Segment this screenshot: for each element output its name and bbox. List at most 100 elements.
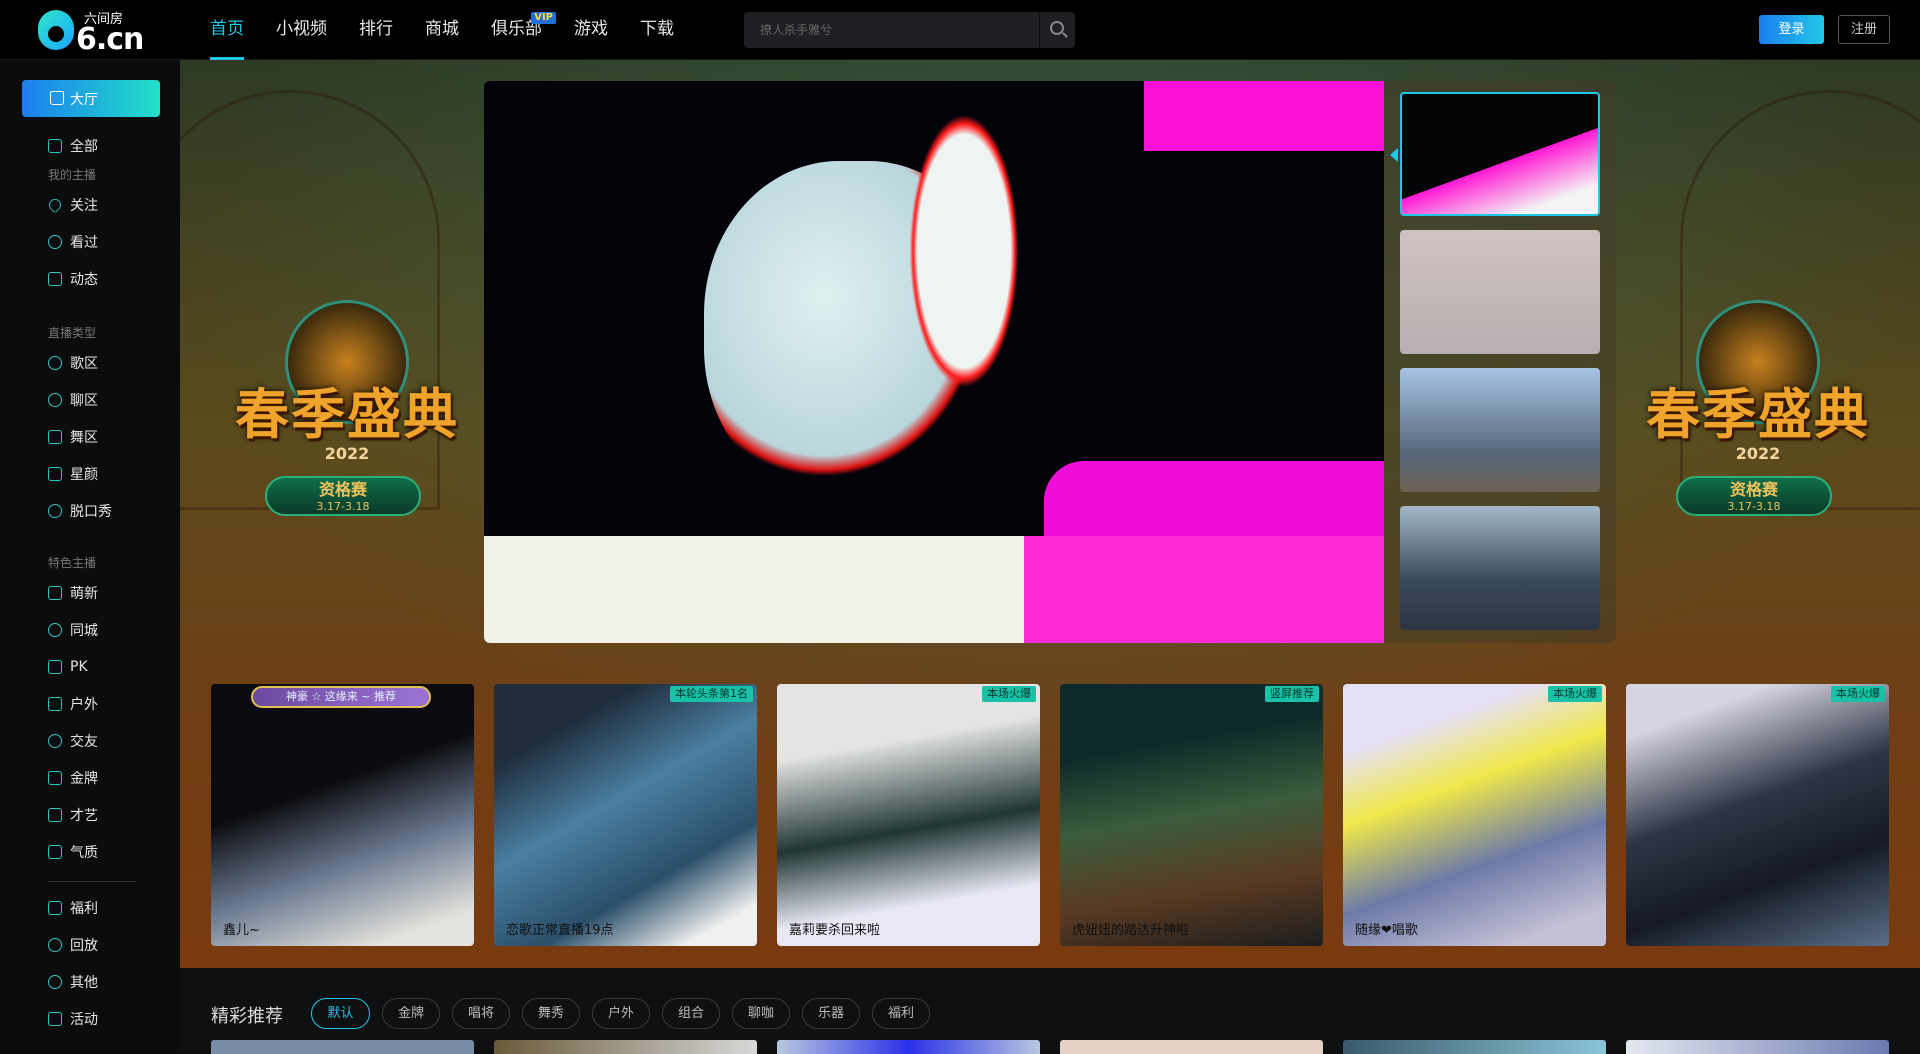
nav-club[interactable]: 俱乐部 VIP: [491, 0, 556, 60]
sidebar-item-label: 关注: [70, 198, 98, 214]
nav-short-video[interactable]: 小视频: [276, 0, 327, 60]
clock-icon: [48, 235, 62, 249]
sidebar-item-label: 萌新: [70, 586, 98, 602]
card-banner: 神豪 ☆ 这缘来 ~ 推荐: [251, 686, 431, 708]
sidebar-item-pk[interactable]: PK: [48, 657, 88, 677]
sidebar-item-events[interactable]: 活动: [48, 1009, 98, 1029]
card-title: 虎妞妞的踏达升神啦: [1072, 923, 1190, 938]
sidebar-item-newbie[interactable]: 萌新: [48, 583, 98, 603]
recommend-title: 精彩推荐: [211, 1006, 283, 1027]
video-frame-region: [1144, 81, 1384, 151]
chat-icon: [48, 272, 62, 286]
sidebar-item-dance[interactable]: 舞区: [48, 427, 98, 447]
event-stage: 资格赛: [318, 480, 367, 499]
stream-thumbnail[interactable]: [1400, 230, 1600, 354]
music-icon: [48, 356, 62, 370]
event-stage: 资格赛: [1729, 480, 1778, 499]
sidebar-item-outdoor[interactable]: 户外: [48, 694, 98, 714]
sidebar-item-song[interactable]: 歌区: [48, 353, 98, 373]
sidebar-item-label: 同城: [70, 623, 98, 639]
live-video-player[interactable]: [484, 81, 1384, 643]
sidebar-item-follow[interactable]: 关注: [46, 195, 98, 215]
filter-chip-instrument[interactable]: 乐器: [802, 998, 860, 1029]
stream-card[interactable]: 神豪 ☆ 这缘来 ~ 推荐 鑫儿~: [211, 684, 474, 946]
filter-chip-default[interactable]: 默认: [311, 998, 370, 1029]
sidebar-item-label: 户外: [70, 697, 98, 713]
video-frame-region: [484, 536, 1384, 643]
filter-chip-group[interactable]: 组合: [662, 998, 720, 1029]
event-year: 2022: [1735, 444, 1781, 463]
filter-chip-outdoor[interactable]: 户外: [592, 998, 650, 1029]
login-button[interactable]: 登录: [1759, 15, 1824, 44]
site-logo[interactable]: 六间房 6.cn: [38, 8, 144, 57]
event-title: 春季盛典: [235, 382, 459, 446]
search-input[interactable]: [744, 12, 1040, 48]
nav-home[interactable]: 首页: [210, 0, 244, 60]
nav-mall[interactable]: 商城: [425, 0, 459, 60]
main-nav: 首页 小视频 排行 商城 俱乐部 VIP 游戏 下载: [210, 0, 706, 60]
sidebar-item-label: 金牌: [70, 771, 98, 787]
bow-icon: [48, 467, 62, 481]
sidebar-item-hall[interactable]: 大厅: [22, 80, 160, 117]
filter-chip-gold[interactable]: 金牌: [382, 998, 440, 1029]
search-icon[interactable]: [1039, 12, 1075, 48]
sidebar-item-beauty[interactable]: 星颜: [48, 464, 98, 484]
sidebar-divider: [48, 881, 136, 882]
filter-chip-dance[interactable]: 舞秀: [522, 998, 580, 1029]
stream-card[interactable]: 本场火爆 嘉莉要杀回来啦: [777, 684, 1040, 946]
sidebar-item-history[interactable]: 看过: [48, 232, 98, 252]
trophy-icon: [48, 771, 62, 785]
sidebar-item-label: PK: [70, 659, 88, 675]
card-title: 鑫儿~: [223, 923, 260, 938]
sidebar-item-label: 星颜: [70, 467, 98, 483]
dots-icon: [48, 975, 62, 989]
stream-thumbnail[interactable]: [1400, 368, 1600, 492]
stream-card[interactable]: 本轮头条第1名 恋歌正常直播19点: [494, 684, 757, 946]
sidebar-item-label: 全部: [70, 139, 98, 155]
nav-download[interactable]: 下载: [640, 0, 674, 60]
top-bar: 六间房 6.cn 首页 小视频 排行 商城 俱乐部 VIP 游戏 下载 登录 注…: [0, 0, 1920, 60]
card-title: 随缘❤唱歌: [1355, 923, 1418, 938]
sidebar-item-talent[interactable]: 才艺: [48, 805, 98, 825]
register-button[interactable]: 注册: [1838, 15, 1890, 44]
sidebar-item-label: 回放: [70, 938, 98, 954]
sidebar-item-other[interactable]: 其他: [48, 972, 98, 992]
card-tag: 竖屏推荐: [1265, 686, 1319, 702]
sidebar-item-all[interactable]: 全部: [48, 136, 98, 156]
video-frame-region: [904, 101, 1024, 401]
stream-thumbnail[interactable]: [1400, 506, 1600, 630]
active-thumb-arrow-icon: [1390, 148, 1398, 162]
sidebar-item-talkshow[interactable]: 脱口秀: [48, 501, 112, 521]
sidebar-item-label: 才艺: [70, 808, 98, 824]
sprout-icon: [48, 586, 62, 600]
recommend-section: 精彩推荐 默认 金牌 唱将 舞秀 户外 组合 聊咖 乐器 福利: [180, 968, 1920, 1054]
sidebar-item-replay[interactable]: 回放: [48, 935, 98, 955]
sidebar-item-chat[interactable]: 聊区: [48, 390, 98, 410]
event-dates: 3.17-3.18: [316, 500, 370, 513]
sidebar-item-friends[interactable]: 交友: [48, 731, 98, 751]
stream-thumbnail[interactable]: [1400, 92, 1600, 216]
card-tag: 本轮头条第1名: [670, 686, 753, 702]
sidebar-item-welfare[interactable]: 福利: [48, 898, 98, 918]
sidebar-item-gold[interactable]: 金牌: [48, 768, 98, 788]
sidebar-item-label: 歌区: [70, 356, 98, 372]
sidebar-item-nearby[interactable]: 同城: [48, 620, 98, 640]
card-title: 恋歌正常直播19点: [506, 923, 614, 938]
palette-icon: [48, 808, 62, 822]
stream-card[interactable]: 竖屏推荐 虎妞妞的踏达升神啦: [1060, 684, 1323, 946]
filter-chip-welfare[interactable]: 福利: [872, 998, 930, 1029]
filter-chip-chat[interactable]: 聊咖: [732, 998, 790, 1029]
stream-card[interactable]: 本场火爆 随缘❤唱歌: [1343, 684, 1606, 946]
stream-card[interactable]: 本场火爆: [1626, 684, 1889, 946]
nav-games[interactable]: 游戏: [574, 0, 608, 60]
dancer-icon: [48, 430, 62, 444]
event-banner-right[interactable]: 春季盛典 2022 资格赛 3.17-3.18: [1618, 300, 1898, 520]
event-banner-left[interactable]: 春季盛典 2022 资格赛 3.17-3.18: [207, 300, 487, 520]
sidebar-item-feed[interactable]: 动态: [48, 269, 98, 289]
sidebar-item-temperament[interactable]: 气质: [48, 842, 98, 862]
grid-icon: [48, 139, 62, 153]
sidebar-category-type: 直播类型: [48, 326, 97, 340]
filter-chip-singer[interactable]: 唱将: [452, 998, 510, 1029]
nav-ranking[interactable]: 排行: [359, 0, 393, 60]
sidebar-item-label: 大厅: [70, 92, 98, 108]
